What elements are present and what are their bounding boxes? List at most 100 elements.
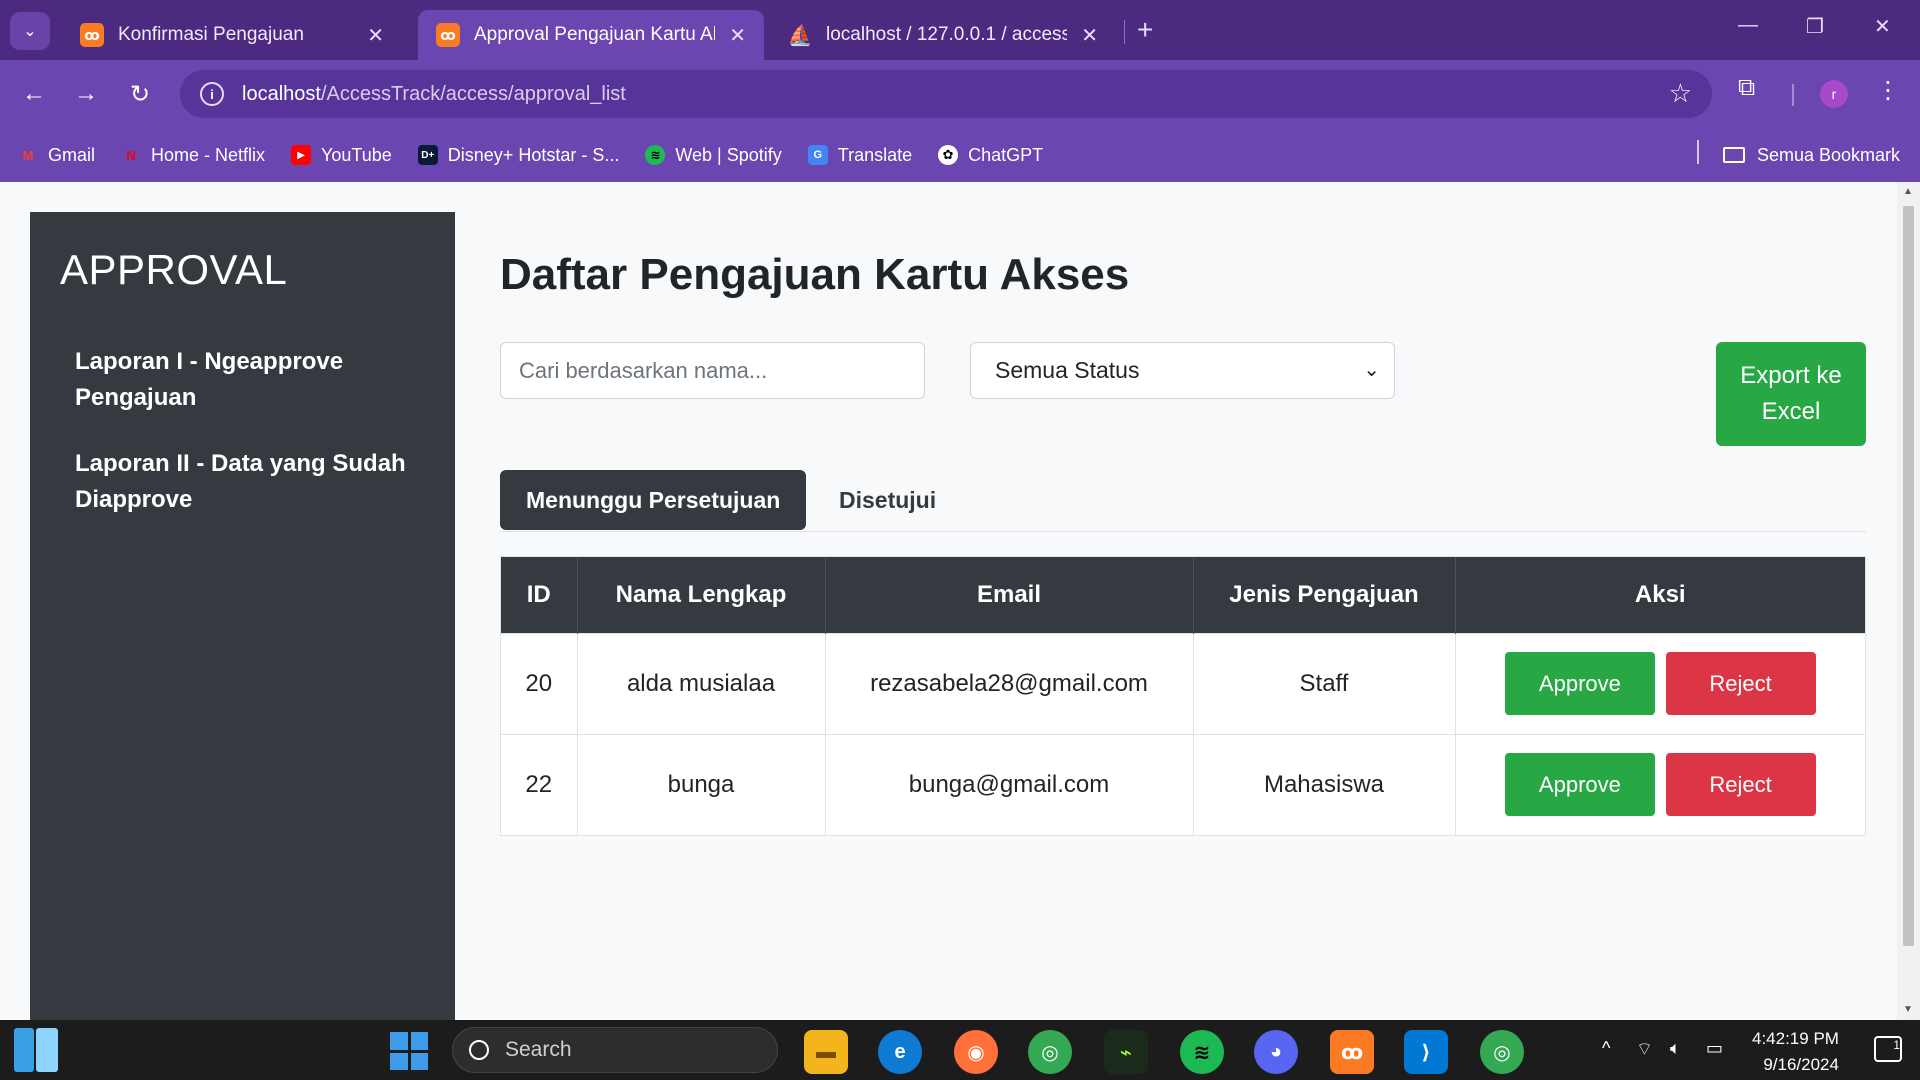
scroll-up-icon[interactable]: ▲: [1903, 186, 1913, 197]
cell-type: Mahasiswa: [1193, 733, 1456, 835]
bookmark-netflix[interactable]: N Home - Netflix: [121, 145, 265, 166]
page-title: Daftar Pengajuan Kartu Akses: [500, 250, 1130, 299]
chevron-down-icon: ⌄: [1363, 359, 1380, 381]
menu-kebab-icon[interactable]: ⋮: [1876, 76, 1900, 105]
search-input[interactable]: [500, 342, 925, 399]
column-header-email: Email: [825, 557, 1194, 633]
hotstar-icon: D+: [417, 145, 438, 165]
status-tabs: Menunggu Persetujuan Disetujui: [500, 470, 1866, 532]
sidebar-link-laporan-2[interactable]: Laporan II - Data yang Sudah Diapprove: [60, 446, 425, 518]
codecrafters-icon[interactable]: ⌁: [1104, 1030, 1148, 1074]
bookmark-chatgpt[interactable]: ✿ ChatGPT: [938, 145, 1043, 166]
approve-button[interactable]: Approve: [1504, 652, 1655, 715]
tab-title: localhost / 127.0.0.1 / accesstrack: [826, 24, 1068, 45]
window-close-icon[interactable]: ✕: [1874, 14, 1891, 39]
main-content: Daftar Pengajuan Kartu Akses Semua Statu…: [500, 212, 1866, 836]
volume-icon[interactable]: 🔈︎: [1670, 1038, 1681, 1059]
taskbar: Search ▬ e ◉ ◎ ⌁ ≋ ◕ ꝏ ⟩ ◎ ^ ⌔ 🔈︎ ▭ 4:42…: [0, 1020, 1920, 1080]
tray-chevron-icon[interactable]: ^: [1602, 1038, 1610, 1059]
file-explorer-icon[interactable]: ▬: [804, 1030, 848, 1074]
bookmark-gmail[interactable]: M Gmail: [18, 145, 95, 166]
close-icon[interactable]: ✕: [1081, 23, 1098, 48]
column-header-aksi: Aksi: [1455, 557, 1865, 633]
bookmark-label: Web | Spotify: [675, 144, 782, 165]
export-excel-button[interactable]: Export ke Excel: [1716, 342, 1866, 446]
spotify-icon[interactable]: ≋: [1180, 1030, 1224, 1074]
scroll-down-icon[interactable]: ▼: [1903, 1004, 1913, 1015]
table-row: 22 bunga bunga@gmail.com Mahasiswa Appro…: [501, 733, 1865, 835]
gmail-icon: M: [22, 147, 34, 163]
chrome-icon[interactable]: ◎: [1028, 1030, 1072, 1074]
discord-icon[interactable]: ◕: [1254, 1030, 1298, 1074]
tab-approval[interactable]: ꝏ Approval Pengajuan Kartu Akses ✕: [418, 10, 764, 60]
page-content: APPROVAL Laporan I - Ngeapprove Pengajua…: [0, 182, 1897, 1020]
status-select[interactable]: Semua Status ⌄: [970, 342, 1395, 399]
new-tab-icon[interactable]: +: [1137, 14, 1153, 46]
bookmark-label: Disney+ Hotstar - S...: [447, 144, 620, 165]
tab-konfirmasi[interactable]: ꝏ Konfirmasi Pengajuan ✕: [62, 10, 402, 60]
page-scrollbar[interactable]: ▲ ▼: [1897, 182, 1920, 1020]
folder-icon: [1722, 147, 1745, 163]
start-windows-icon[interactable]: [390, 1032, 428, 1070]
sidebar-link-laporan-1[interactable]: Laporan I - Ngeapprove Pengajuan: [60, 344, 425, 416]
close-icon[interactable]: ✕: [367, 23, 384, 48]
xampp-icon[interactable]: ꝏ: [1330, 1030, 1374, 1074]
address-bar[interactable]: i localhost/AccessTrack/access/approval_…: [180, 70, 1712, 118]
sidebar-title: APPROVAL: [60, 246, 288, 293]
bookmark-youtube[interactable]: ▶ YouTube: [291, 145, 392, 166]
cell-actions: Approve Reject: [1455, 733, 1865, 835]
cell-id: 20: [501, 632, 578, 734]
vscode-icon[interactable]: ⟩: [1404, 1030, 1448, 1074]
bookmark-label: Gmail: [48, 144, 96, 165]
tab-search-button[interactable]: ⌄: [10, 12, 50, 50]
widgets-icon[interactable]: [14, 1028, 58, 1072]
minimize-icon[interactable]: —: [1738, 14, 1758, 37]
all-bookmarks-label: Semua Bookmark: [1756, 144, 1900, 165]
all-bookmarks[interactable]: Semua Bookmark: [1722, 128, 1900, 182]
bookmark-label: Translate: [837, 144, 913, 165]
site-info-icon[interactable]: i: [200, 82, 224, 106]
tab-disetujui[interactable]: Disetujui: [813, 470, 962, 530]
close-icon[interactable]: ✕: [729, 23, 746, 48]
notification-icon[interactable]: 1: [1874, 1036, 1902, 1062]
scroll-thumb[interactable]: [1903, 206, 1914, 946]
bookmark-hotstar[interactable]: D+ Disney+ Hotstar - S...: [417, 144, 620, 166]
clock[interactable]: 4:42:19 PM 9/16/2024: [1752, 1026, 1839, 1078]
bookmark-translate[interactable]: G Translate: [807, 144, 913, 166]
chrome-profile-icon[interactable]: ◎: [1480, 1030, 1524, 1074]
approve-button[interactable]: Approve: [1504, 753, 1655, 817]
spotify-icon: ≋: [645, 145, 666, 165]
bookmark-star-icon[interactable]: ☆: [1669, 78, 1692, 109]
taskbar-search[interactable]: Search: [452, 1027, 778, 1073]
column-header-nama: Nama Lengkap: [577, 557, 826, 633]
cell-actions: Approve Reject: [1455, 632, 1865, 734]
xampp-icon: ꝏ: [80, 23, 104, 47]
reload-icon[interactable]: ↻: [120, 74, 160, 114]
tab-phpmyadmin[interactable]: ⛵ localhost / 127.0.0.1 / accesstrack ✕: [770, 10, 1116, 60]
firefox-icon[interactable]: ◉: [954, 1030, 998, 1074]
cell-email: rezasabela28@gmail.com: [825, 632, 1194, 734]
clock-time: 4:42:19 PM: [1752, 1029, 1839, 1048]
profile-avatar[interactable]: r: [1820, 80, 1848, 108]
tab-menunggu-persetujuan[interactable]: Menunggu Persetujuan: [500, 470, 807, 530]
xampp-icon: ꝏ: [436, 23, 460, 47]
cell-name: alda musialaa: [577, 632, 826, 734]
chatgpt-icon: ✿: [938, 145, 959, 165]
wifi-icon[interactable]: ⌔: [1636, 1038, 1653, 1061]
forward-icon[interactable]: →: [66, 74, 106, 114]
bookmark-spotify[interactable]: ≋ Web | Spotify: [645, 144, 782, 166]
reject-button[interactable]: Reject: [1665, 652, 1816, 715]
translate-icon: G: [807, 145, 828, 165]
edge-icon[interactable]: e: [878, 1030, 922, 1074]
clock-date: 9/16/2024: [1763, 1055, 1839, 1074]
cell-id: 22: [501, 733, 578, 835]
cell-type: Staff: [1193, 632, 1456, 734]
reject-button[interactable]: Reject: [1665, 753, 1816, 817]
restore-icon[interactable]: ❐: [1806, 14, 1824, 39]
sidebar: APPROVAL Laporan I - Ngeapprove Pengajua…: [30, 212, 455, 1020]
bookmarks-divider: [1697, 140, 1699, 164]
battery-icon[interactable]: ▭: [1706, 1038, 1723, 1059]
back-icon[interactable]: ←: [14, 74, 54, 114]
tab-title: Approval Pengajuan Kartu Akses: [474, 24, 715, 45]
extensions-icon[interactable]: ⧉: [1738, 74, 1768, 104]
